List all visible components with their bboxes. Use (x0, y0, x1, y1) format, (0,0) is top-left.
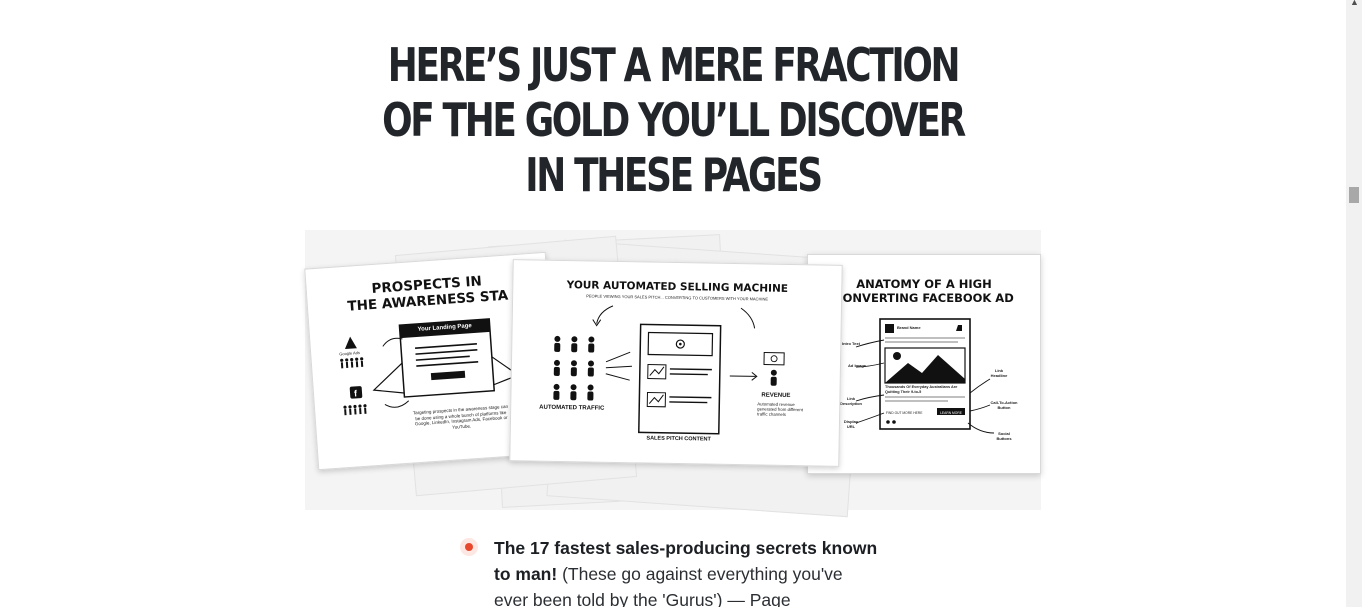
bullet-dot-icon (460, 538, 478, 556)
social-buttons-label: Social Buttons (996, 431, 1012, 441)
ad-headline: Thousands Of Everyday Australians Are Qu… (885, 385, 958, 394)
automated-selling-machine-card: YOUR AUTOMATED SELLING MACHINE PEOPLE VI… (509, 259, 843, 467)
automated-traffic-label: AUTOMATED TRAFFIC (539, 404, 605, 412)
selling-machine-diagram (553, 305, 785, 435)
brand-name-label: Brand Name (897, 325, 921, 330)
intro-text-label: Intro Text (842, 341, 860, 346)
link-description-label: Link Description (839, 396, 862, 406)
ad-image-label: Ad Image (848, 363, 867, 368)
revenue-label: REVENUE (761, 392, 791, 400)
page: HERE’S JUST A MERE FRACTION OF THE GOLD … (0, 0, 1346, 607)
headline-line-2: OF THE GOLD YOU’LL DISCOVER (382, 93, 966, 147)
scrollbar-thumb[interactable] (1349, 187, 1359, 203)
page-headline: HERE’S JUST A MERE FRACTION OF THE GOLD … (148, 38, 1198, 203)
revenue-caption: Automated revenue generated from differe… (757, 401, 804, 417)
cta-text: FIND OUT MORE HERE (886, 411, 923, 415)
cta-button-label: LEARN MORE (940, 411, 962, 415)
bullet-text: The 17 fastest sales-producing secrets k… (494, 535, 879, 607)
headline-line-3: IN THESE PAGES (525, 148, 823, 202)
book-pages-collage: PROSPECTS IN THE AWARENESS STA f Your La… (304, 230, 1041, 518)
scroll-up-arrow-icon[interactable]: ▲ (1350, 0, 1359, 7)
link-headline-label: Link Headline (990, 368, 1008, 378)
cta-label: Call-To-Action Button (990, 400, 1018, 410)
headline-line-1: HERE’S JUST A MERE FRACTION (387, 38, 961, 92)
display-url-label: Display URL (843, 419, 859, 429)
vertical-scrollbar[interactable]: ▲ (1346, 0, 1362, 607)
